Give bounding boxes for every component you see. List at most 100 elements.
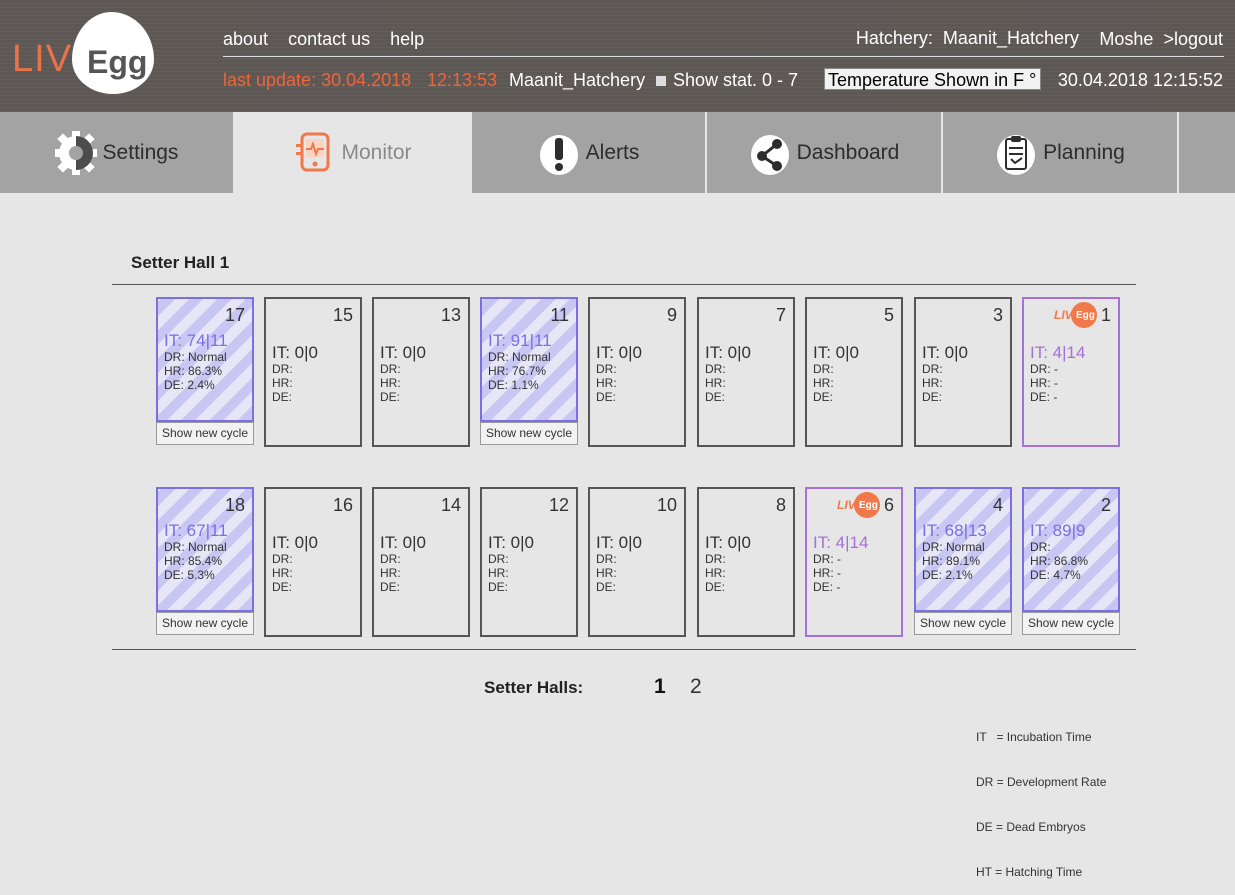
setter-cell[interactable]: LIV Egg 1 IT: 4|14 DR: - HR: - DE: - [1022,297,1120,447]
hall-top-divider [112,284,1136,285]
setter-cell[interactable]: 16 IT: 0|0 DR: HR: DE: [264,487,362,637]
dead-embryos: DE: 1.1% [488,378,539,392]
show-new-cycle-button[interactable]: Show new cycle [156,612,254,635]
setter-cell[interactable]: 12 IT: 0|0 DR: HR: DE: [480,487,578,637]
dead-embryos: DE: 5.3% [164,568,215,582]
setter-cell[interactable]: 17 IT: 74|11 DR: Normal HR: 86.3% DE: 2.4% Sh… [156,297,254,447]
show-stat-toggle[interactable]: Show stat. 0 - 7 [656,70,798,91]
setter-box[interactable]: LIV Egg 6 IT: 4|14 DR: - HR: - DE: - [805,487,903,637]
setter-box[interactable]: 10 IT: 0|0 DR: HR: DE: [588,487,686,637]
setter-box[interactable]: 11 IT: 91|11 DR: Normal HR: 76.7% DE: 1.1% [480,297,578,422]
tab-empty [1179,112,1235,193]
setter-number: 15 [332,305,353,325]
hall-title: Setter Hall 1 [131,253,230,272]
development-rate: DR: [705,362,726,376]
incubation-time: IT: 0|0 [380,533,426,552]
setter-box[interactable]: 13 IT: 0|0 DR: HR: DE: [372,297,470,447]
hatchery-label: Hatchery: [855,28,933,48]
development-rate: DR: [272,552,293,566]
tab-planning[interactable]: Planning [943,112,1177,193]
hatch-rate: HR: - [1030,376,1058,390]
hatch-rate: HR: [705,566,726,580]
setter-cell[interactable]: 11 IT: 91|11 DR: Normal HR: 76.7% DE: 1.1% Sh… [480,297,578,447]
setter-box[interactable]: 12 IT: 0|0 DR: HR: DE: [480,487,578,637]
development-rate: DR: [272,362,293,376]
nav-contact-link[interactable]: contact us [288,29,370,49]
setter-number: 5 [883,305,894,325]
pager-label: Setter Halls: [484,678,584,697]
dead-embryos: DE: [596,390,617,404]
setter-cell[interactable]: 9 IT: 0|0 DR: HR: DE: [588,297,686,447]
tab-monitor[interactable]: Monitor [235,112,470,193]
setter-box[interactable]: 18 IT: 67|11 DR: Normal HR: 85.4% DE: 5.3% [156,487,254,612]
setter-box[interactable]: 14 IT: 0|0 DR: HR: DE: [372,487,470,637]
show-stat-checkbox[interactable] [656,75,666,86]
setter-cell[interactable]: 18 IT: 67|11 DR: Normal HR: 85.4% DE: 5.3% Sh… [156,487,254,637]
setter-box[interactable]: 8 IT: 0|0 DR: HR: DE: [697,487,795,637]
development-rate: DR: [596,362,617,376]
hatch-rate: HR: 86.3% [164,364,223,378]
tab-settings[interactable]: Settings [0,112,233,193]
setter-cell[interactable]: 14 IT: 0|0 DR: HR: DE: [372,487,470,637]
development-rate: DR: - [1030,362,1058,376]
legend: IT = Incubation Time DR = Development Ra… [976,700,1106,895]
setter-box[interactable]: 15 IT: 0|0 DR: HR: DE: [264,297,362,447]
setter-cell[interactable]: 10 IT: 0|0 DR: HR: DE: [588,487,686,637]
incubation-time: IT: 0|0 [272,343,318,362]
setter-number: 8 [775,495,786,515]
incubation-time: IT: 74|11 [164,331,228,350]
show-new-cycle-button[interactable]: Show new cycle [480,422,578,445]
username: Moshe [1099,29,1154,49]
pager-page-2[interactable]: 2 [690,675,702,699]
show-new-cycle-button[interactable]: Show new cycle [914,612,1012,635]
dead-embryos: DE: 2.1% [922,568,973,582]
legend-dr: DR = Development Rate [976,775,1107,789]
livegg-logo[interactable]: LIV Egg [12,10,154,95]
dead-embryos: DE: [596,580,617,594]
dead-embryos: DE: [380,580,401,594]
setter-box[interactable]: 5 IT: 0|0 DR: HR: DE: [805,297,903,447]
incubation-time: IT: 0|0 [272,533,318,552]
setter-cell[interactable]: 4 IT: 68|13 DR: Normal HR: 89.1% DE: 2.1% Sho… [914,487,1012,637]
nav-about-link[interactable]: about [223,29,268,49]
livegg-mini-logo-icon: LIV Egg [1054,302,1098,328]
dead-embryos: DE: [272,390,293,404]
setter-cell[interactable]: 5 IT: 0|0 DR: HR: DE: [805,297,903,447]
logout-link[interactable]: >logout [1163,29,1223,49]
show-stat-label: Show stat. 0 - 7 [673,70,799,90]
logo-egg-text: Egg [87,44,148,80]
nav-help-link[interactable]: help [390,29,424,49]
tab-alerts[interactable]: Alerts [472,112,705,193]
hatch-rate: HR: 89.1% [922,554,981,568]
tab-dashboard[interactable]: Dashboard [707,112,941,193]
pager-page-1[interactable]: 1 [654,675,666,699]
incubation-time: IT: 0|0 [380,343,426,362]
setter-cell[interactable]: 15 IT: 0|0 DR: HR: DE: [264,297,362,447]
hatch-rate: HR: [380,566,401,580]
setter-box[interactable]: 9 IT: 0|0 DR: HR: DE: [588,297,686,447]
setter-cell[interactable]: 8 IT: 0|0 DR: HR: DE: [697,487,795,637]
show-new-cycle-button[interactable]: Show new cycle [1022,612,1120,635]
setter-box[interactable]: LIV Egg 1 IT: 4|14 DR: - HR: - DE: - [1022,297,1120,447]
setter-box[interactable]: 4 IT: 68|13 DR: Normal HR: 89.1% DE: 2.1% [914,487,1012,612]
hatch-rate: HR: 86.8% [1030,554,1089,568]
main-tabs: Settings Monitor Alerts Dashboard Planni… [0,112,1235,193]
hatch-rate: HR: [380,376,401,390]
setter-cell[interactable]: 7 IT: 0|0 DR: HR: DE: [697,297,795,447]
setter-box[interactable]: 3 IT: 0|0 DR: HR: DE: [914,297,1012,447]
hatch-rate: HR: [705,376,726,390]
setter-cell[interactable]: LIV Egg 6 IT: 4|14 DR: - HR: - DE: - [805,487,903,637]
show-new-cycle-button[interactable]: Show new cycle [156,422,254,445]
setter-box[interactable]: 2 IT: 89|9 DR: HR: 86.8% DE: 4.7% [1022,487,1120,612]
setter-box[interactable]: 16 IT: 0|0 DR: HR: DE: [264,487,362,637]
setter-cell[interactable]: 2 IT: 89|9 DR: HR: 86.8% DE: 4.7% Show new cy… [1022,487,1120,637]
setter-number: 12 [548,495,569,515]
development-rate: DR: Normal [164,540,227,554]
setter-cell[interactable]: 3 IT: 0|0 DR: HR: DE: [914,297,1012,447]
temperature-unit-select[interactable]: Temperature Shown in F ° [824,68,1041,90]
legend-de: DE = Dead Embryos [976,820,1086,834]
setter-box[interactable]: 17 IT: 74|11 DR: Normal HR: 86.3% DE: 2.4% [156,297,254,422]
development-rate: DR: [922,362,943,376]
setter-box[interactable]: 7 IT: 0|0 DR: HR: DE: [697,297,795,447]
setter-cell[interactable]: 13 IT: 0|0 DR: HR: DE: [372,297,470,447]
